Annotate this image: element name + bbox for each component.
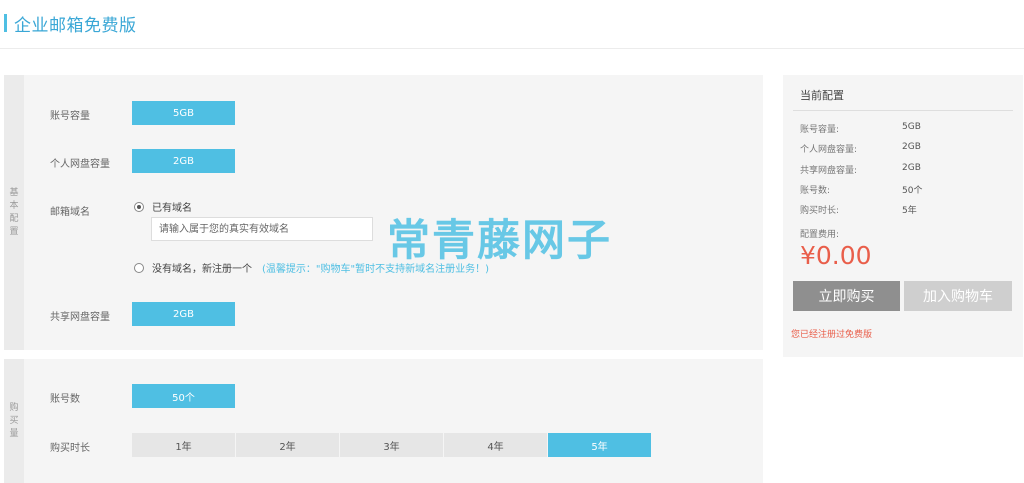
shared-disk-option[interactable]: 2GB bbox=[132, 302, 235, 326]
basic-label-char: 置 bbox=[9, 226, 19, 237]
basic-label-char: 本 bbox=[9, 200, 19, 211]
config-value: 2GB bbox=[902, 163, 921, 173]
fee-label: 配置费用: bbox=[800, 230, 840, 240]
radio-unchecked-icon[interactable] bbox=[134, 262, 144, 273]
panel-title: 当前配置 bbox=[800, 89, 844, 102]
title-accent-bar bbox=[4, 14, 7, 32]
duration-option-2y[interactable]: 2年 bbox=[236, 433, 339, 457]
duration-option-4y[interactable]: 4年 bbox=[444, 433, 547, 457]
purchase-label-char: 买 bbox=[9, 415, 19, 426]
radio-no-domain[interactable]: 没有域名，新注册一个 (温馨提示："购物车"暂时不支持新域名注册业务！) bbox=[134, 260, 489, 275]
domain-hint: (温馨提示："购物车"暂时不支持新域名注册业务！) bbox=[262, 264, 490, 275]
title-divider bbox=[0, 48, 1024, 49]
config-value: 50个 bbox=[902, 186, 923, 196]
basic-label-char: 配 bbox=[9, 213, 19, 224]
config-value: 2GB bbox=[902, 142, 921, 152]
panel-divider bbox=[793, 110, 1013, 111]
page: 企业邮箱免费版 基 本 配 置 账号容量 5GB 个人网盘容量 2GB 邮箱域名… bbox=[0, 0, 1024, 483]
duration-option-3y[interactable]: 3年 bbox=[340, 433, 443, 457]
personal-disk-label: 个人网盘容量 bbox=[50, 159, 110, 170]
basic-label-char: 基 bbox=[9, 187, 19, 198]
price: ¥0.00 bbox=[800, 241, 872, 270]
config-value: 5GB bbox=[902, 122, 921, 132]
purchase-section-label: 购 买 量 bbox=[4, 359, 24, 483]
basic-config-section: 基 本 配 置 账号容量 5GB 个人网盘容量 2GB 邮箱域名 已有域名 没有… bbox=[4, 75, 763, 350]
current-config-panel: 当前配置 账号容量: 5GB 个人网盘容量: 2GB 共享网盘容量: 2GB 账… bbox=[783, 75, 1023, 357]
account-count-label: 账号数 bbox=[50, 394, 80, 405]
purchase-section: 购 买 量 账号数 50个 购买时长 1年 2年 3年 4年 5年 bbox=[4, 359, 763, 483]
page-title: 企业邮箱免费版 bbox=[4, 12, 137, 36]
page-title-text: 企业邮箱免费版 bbox=[14, 15, 137, 36]
purchase-label-char: 购 bbox=[9, 402, 19, 413]
personal-disk-option[interactable]: 2GB bbox=[132, 149, 235, 173]
basic-section-label: 基 本 配 置 bbox=[4, 75, 24, 350]
buy-now-button[interactable]: 立即购买 bbox=[793, 281, 900, 311]
purchase-label-char: 量 bbox=[9, 428, 19, 439]
config-value: 5年 bbox=[902, 206, 917, 216]
duration-option-1y[interactable]: 1年 bbox=[132, 433, 235, 457]
add-to-cart-button[interactable]: 加入购物车 bbox=[904, 281, 1012, 311]
mail-domain-label: 邮箱域名 bbox=[50, 207, 90, 218]
shared-disk-label: 共享网盘容量 bbox=[50, 312, 110, 323]
config-key: 账号数: bbox=[800, 186, 831, 196]
account-capacity-option[interactable]: 5GB bbox=[132, 101, 235, 125]
domain-input[interactable] bbox=[151, 217, 373, 241]
registered-notice: 您已经注册过免费版 bbox=[791, 330, 873, 340]
config-key: 账号容量: bbox=[800, 125, 840, 135]
config-key: 共享网盘容量: bbox=[800, 166, 858, 176]
config-key: 购买时长: bbox=[800, 206, 840, 216]
radio-no-domain-label: 没有域名，新注册一个 bbox=[152, 264, 252, 275]
radio-checked-icon[interactable] bbox=[134, 201, 144, 212]
duration-label: 购买时长 bbox=[50, 443, 90, 454]
account-count-option[interactable]: 50个 bbox=[132, 384, 235, 408]
radio-have-domain-label: 已有域名 bbox=[152, 203, 192, 214]
config-key: 个人网盘容量: bbox=[800, 145, 858, 155]
duration-option-5y[interactable]: 5年 bbox=[548, 433, 651, 457]
account-capacity-label: 账号容量 bbox=[50, 111, 90, 122]
radio-have-domain[interactable]: 已有域名 bbox=[134, 199, 192, 214]
duration-options: 1年 2年 3年 4年 5年 bbox=[132, 433, 652, 457]
